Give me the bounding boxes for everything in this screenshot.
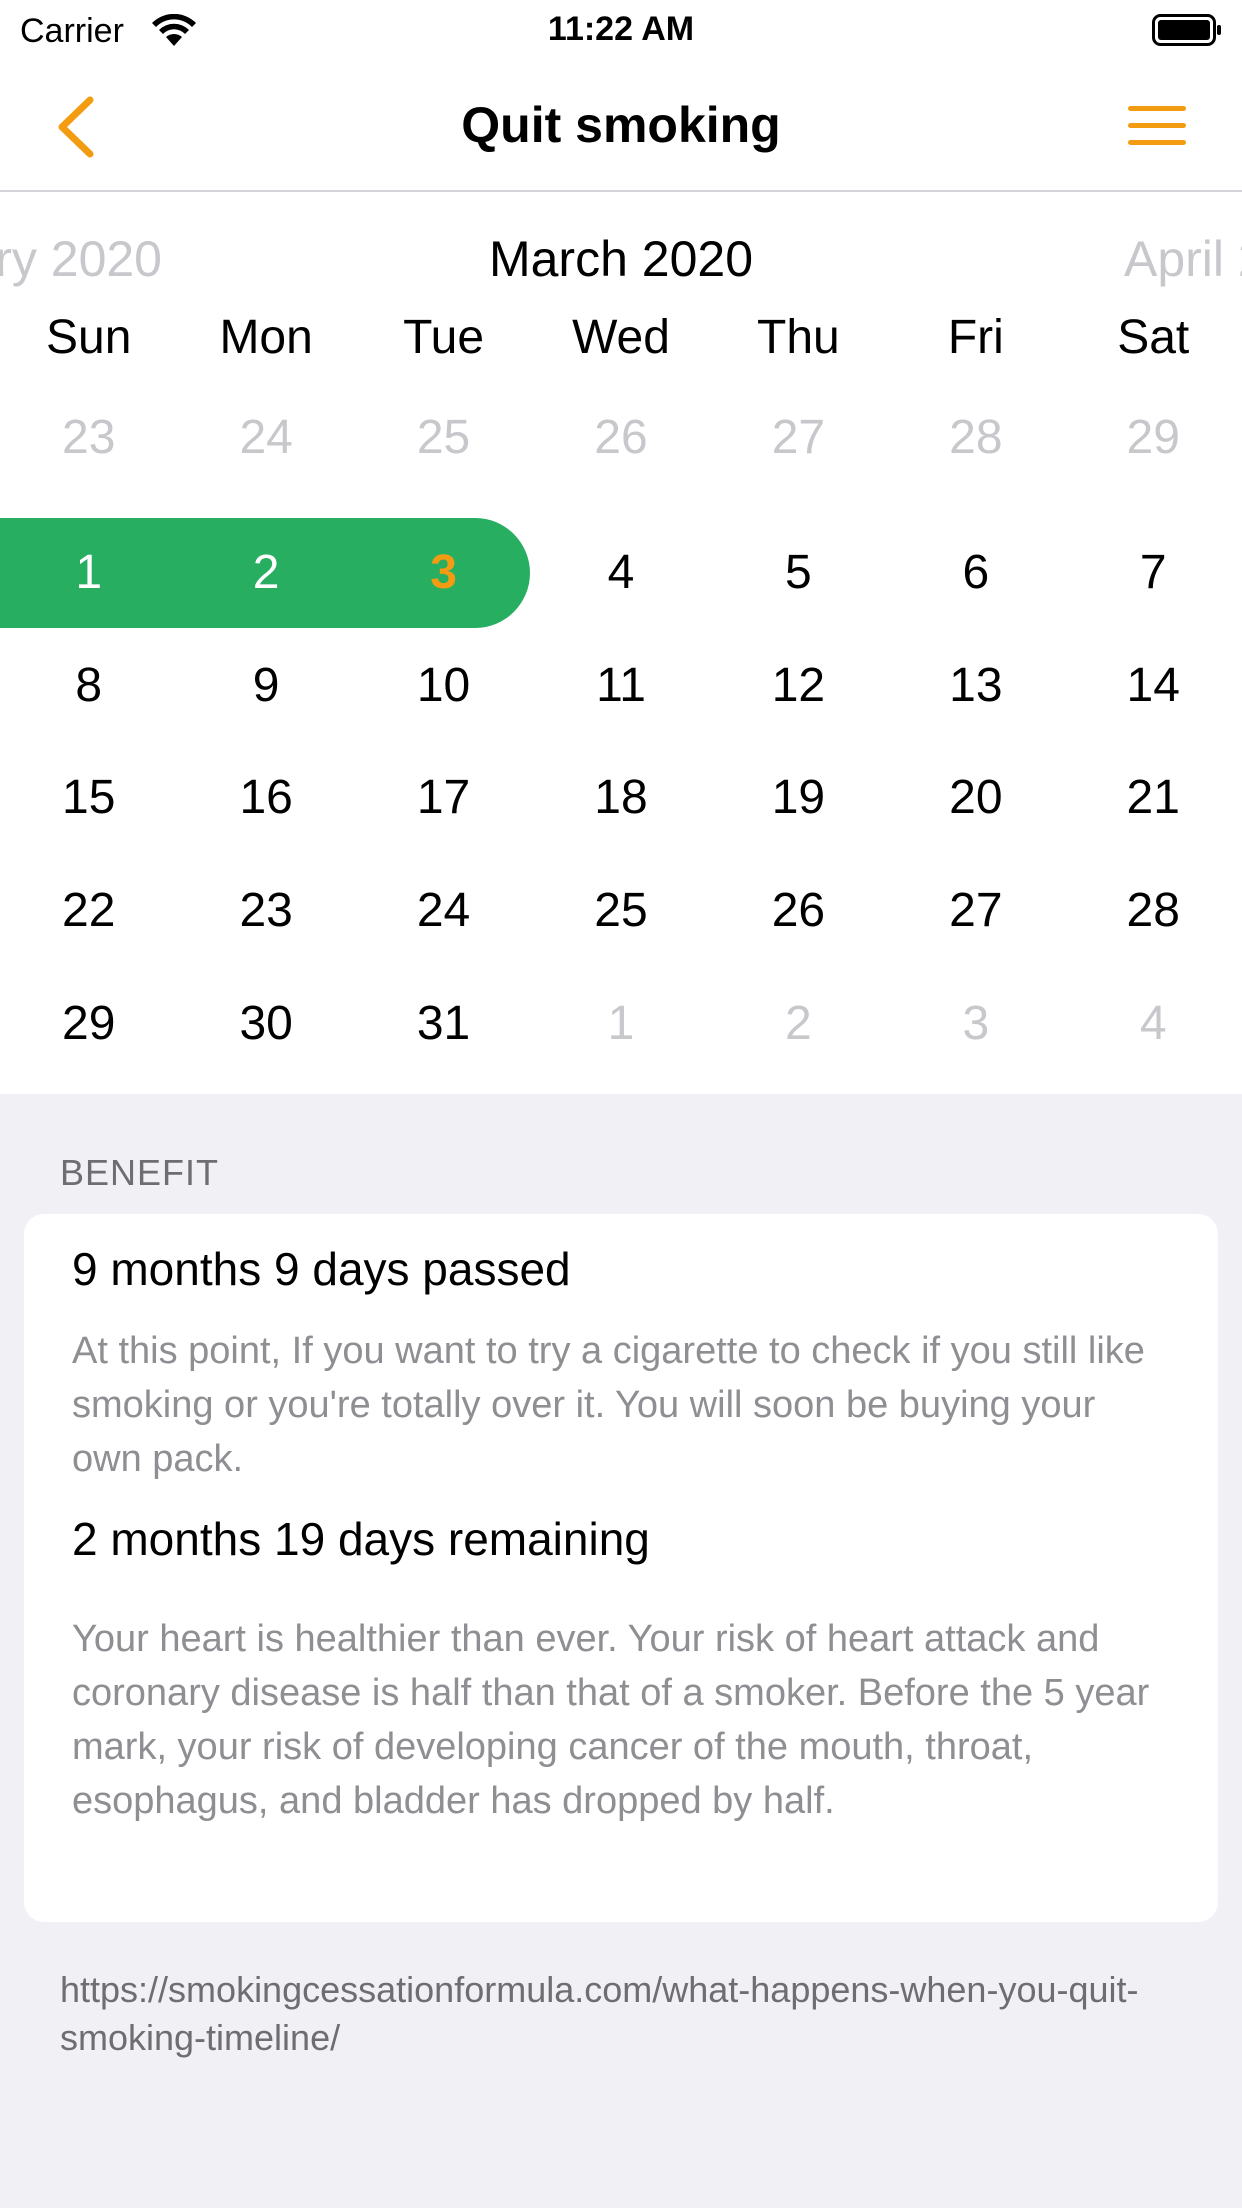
calendar: ry 2020 March 2020 April 2 Sun Mon Tue W… bbox=[0, 192, 1242, 1094]
day-cell[interactable]: 1 bbox=[532, 968, 709, 1080]
day-cell[interactable]: 26 bbox=[710, 855, 887, 967]
day-cell[interactable]: 24 bbox=[355, 855, 532, 967]
day-cell[interactable]: 10 bbox=[355, 630, 532, 742]
day-cell[interactable]: 25 bbox=[532, 855, 709, 967]
day-cell[interactable]: 15 bbox=[0, 742, 177, 854]
day-cell[interactable]: 9 bbox=[177, 630, 354, 742]
passed-duration-title: 9 months 9 days passed bbox=[72, 1243, 571, 1295]
week-row: 29 30 31 1 2 3 4 bbox=[0, 968, 1242, 1080]
day-cell[interactable]: 4 bbox=[532, 517, 709, 629]
day-cell[interactable]: 30 bbox=[177, 968, 354, 1080]
day-cell[interactable]: 24 bbox=[177, 382, 354, 494]
day-cell-selected[interactable]: 2 bbox=[177, 517, 354, 629]
source-link[interactable]: https://smokingcessationformula.com/what… bbox=[60, 1966, 1190, 2062]
day-cell[interactable]: 12 bbox=[710, 630, 887, 742]
week-row: 15 16 17 18 19 20 21 bbox=[0, 742, 1242, 854]
weekday-label: Sun bbox=[46, 311, 132, 364]
benefit-card: 9 months 9 days passed At this point, If… bbox=[24, 1214, 1218, 1922]
day-cell[interactable]: 22 bbox=[0, 855, 177, 967]
day-cell[interactable]: 23 bbox=[177, 855, 354, 967]
weekday-label: Fri bbox=[947, 311, 1004, 364]
day-cell[interactable]: 17 bbox=[355, 742, 532, 854]
day-cell[interactable]: 28 bbox=[887, 382, 1064, 494]
day-cell[interactable]: 5 bbox=[710, 517, 887, 629]
benefit-section-header: BENEFIT bbox=[60, 1152, 220, 1193]
day-cell[interactable]: 31 bbox=[355, 968, 532, 1080]
day-cell[interactable]: 3 bbox=[887, 968, 1064, 1080]
day-cell-today[interactable]: 3 bbox=[355, 517, 532, 629]
week-row: 8 9 10 11 12 13 14 bbox=[0, 630, 1242, 742]
day-cell[interactable]: 11 bbox=[532, 630, 709, 742]
navigation-bar: Quit smoking bbox=[0, 62, 1242, 192]
weekday-label: Thu bbox=[757, 311, 840, 364]
battery-icon bbox=[1152, 14, 1221, 46]
day-cell[interactable]: 29 bbox=[0, 968, 177, 1080]
day-cell[interactable]: 8 bbox=[0, 630, 177, 742]
day-cell[interactable]: 25 bbox=[355, 382, 532, 494]
day-cell-selected[interactable]: 1 bbox=[0, 517, 177, 629]
week-row: 23 24 25 26 27 28 29 bbox=[0, 382, 1242, 494]
day-cell[interactable]: 20 bbox=[887, 742, 1064, 854]
weekday-header: Sun Mon Tue Wed Thu Fri Sat bbox=[0, 298, 1242, 378]
current-month-label: March 2020 bbox=[488, 231, 754, 287]
day-cell[interactable]: 29 bbox=[1065, 382, 1242, 494]
day-cell[interactable]: 14 bbox=[1065, 630, 1242, 742]
day-cell[interactable]: 4 bbox=[1065, 968, 1242, 1080]
day-cell[interactable]: 18 bbox=[532, 742, 709, 854]
weekday-label: Sat bbox=[1117, 311, 1190, 364]
remaining-duration-title: 2 months 19 days remaining bbox=[72, 1513, 650, 1565]
day-cell[interactable]: 7 bbox=[1065, 517, 1242, 629]
weekday-label: Mon bbox=[219, 311, 313, 364]
weekday-label: Wed bbox=[572, 311, 670, 364]
day-cell[interactable]: 19 bbox=[710, 742, 887, 854]
weekday-label: Tue bbox=[403, 311, 485, 364]
day-cell[interactable]: 16 bbox=[177, 742, 354, 854]
day-cell[interactable]: 6 bbox=[887, 517, 1064, 629]
screen: Carrier 11:22 AM Quit smoking ry 2020 Ma… bbox=[0, 0, 1242, 2208]
day-cell[interactable]: 23 bbox=[0, 382, 177, 494]
next-benefit-text: Your heart is healthier than ever. Your … bbox=[72, 1618, 1150, 1822]
week-row: 1 2 3 4 5 6 7 bbox=[0, 517, 1242, 629]
day-cell[interactable]: 27 bbox=[887, 855, 1064, 967]
day-cell[interactable]: 13 bbox=[887, 630, 1064, 742]
status-time: 11:22 AM bbox=[547, 10, 695, 48]
passed-benefit-text: At this point, If you want to try a ciga… bbox=[72, 1330, 1145, 1480]
hamburger-menu-icon[interactable] bbox=[1128, 104, 1186, 148]
status-bar: Carrier 11:22 AM bbox=[0, 0, 1242, 62]
day-cell[interactable]: 28 bbox=[1065, 855, 1242, 967]
day-cell[interactable]: 21 bbox=[1065, 742, 1242, 854]
week-row: 22 23 24 25 26 27 28 bbox=[0, 855, 1242, 967]
day-cell[interactable]: 27 bbox=[710, 382, 887, 494]
day-cell[interactable]: 26 bbox=[532, 382, 709, 494]
next-month-label[interactable]: April 2 bbox=[1124, 230, 1242, 288]
page-title: Quit smoking bbox=[461, 97, 781, 153]
day-cell[interactable]: 2 bbox=[710, 968, 887, 1080]
